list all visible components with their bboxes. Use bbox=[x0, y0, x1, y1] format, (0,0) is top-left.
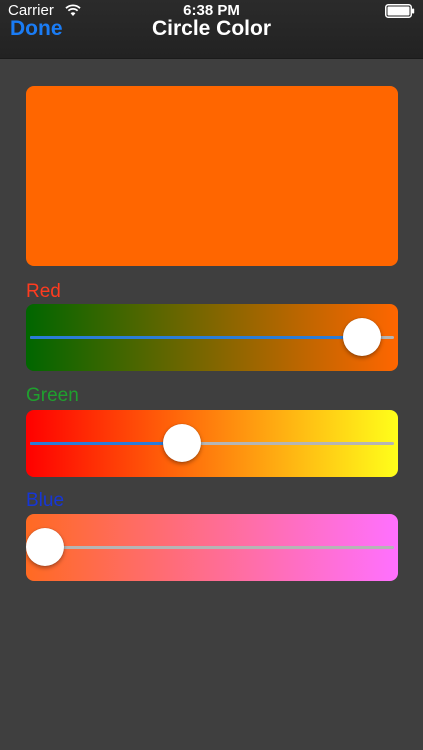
done-button[interactable]: Done bbox=[10, 16, 63, 42]
battery-icon bbox=[385, 4, 415, 18]
blue-slider-thumb[interactable] bbox=[26, 528, 64, 566]
blue-slider-label: Blue bbox=[26, 490, 65, 511]
color-picker-screen: Carrier 6:38 PM Done Circle Color Red Gr… bbox=[0, 0, 423, 750]
blue-slider-track bbox=[30, 546, 394, 549]
green-slider[interactable] bbox=[26, 410, 398, 477]
green-slider-label: Green bbox=[26, 385, 79, 406]
navigation-bar: Carrier 6:38 PM Done Circle Color bbox=[0, 0, 423, 59]
status-time: 6:38 PM bbox=[183, 2, 240, 19]
status-bar: Carrier 6:38 PM bbox=[0, 0, 423, 22]
red-slider[interactable] bbox=[26, 304, 398, 371]
red-slider-fill bbox=[30, 336, 363, 339]
red-slider-label: Red bbox=[26, 281, 61, 302]
red-slider-thumb[interactable] bbox=[343, 318, 382, 356]
green-slider-fill bbox=[30, 442, 182, 445]
green-slider-thumb[interactable] bbox=[162, 424, 201, 462]
blue-slider[interactable] bbox=[26, 514, 398, 581]
red-slider-track bbox=[30, 336, 394, 339]
green-slider-track bbox=[30, 442, 394, 445]
color-preview-swatch bbox=[26, 86, 398, 266]
